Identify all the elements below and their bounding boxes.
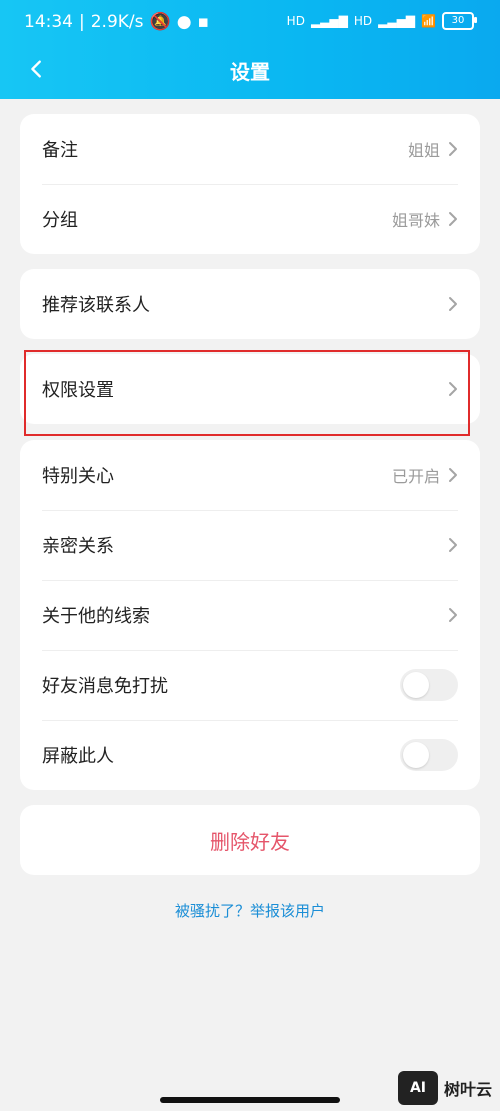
block-user-toggle[interactable] <box>400 739 458 771</box>
row-right <box>448 607 458 623</box>
status-net-speed: 2.9K/s <box>90 12 144 32</box>
app-icon: ● <box>176 12 192 32</box>
chevron-right-icon <box>449 608 457 622</box>
row-right <box>448 296 458 312</box>
status-left: 14:34 | 2.9K/s 🔕 ● ▪ <box>24 12 209 32</box>
battery-icon: 30 <box>442 12 477 30</box>
chevron-right-icon <box>449 538 457 552</box>
status-bar: 14:34 | 2.9K/s 🔕 ● ▪ HD ▂▃▅▇ HD ▂▃▅▇ 📶 3… <box>0 0 500 44</box>
row-label: 分组 <box>42 210 78 231</box>
settings-card-relationship: 特别关心 已开启 亲密关系 关于他的线索 好友消息免打扰 屏蔽此人 <box>20 440 480 790</box>
row-right: 姐哥妹 <box>392 207 458 231</box>
page-title: 设置 <box>230 60 270 84</box>
row-permission-settings[interactable]: 权限设置 <box>20 354 480 424</box>
status-right: HD ▂▃▅▇ HD ▂▃▅▇ 📶 30 <box>286 12 477 30</box>
row-right: 已开启 <box>392 463 458 487</box>
row-group[interactable]: 分组 姐哥妹 <box>20 184 480 254</box>
row-intimate-relationship[interactable]: 亲密关系 <box>20 510 480 580</box>
chevron-right-icon <box>449 382 457 396</box>
battery-level: 30 <box>451 15 465 26</box>
hd-badge-2: HD <box>353 14 373 28</box>
navigation-bar: 设置 <box>0 44 500 99</box>
row-value: 姐姐 <box>407 141 440 160</box>
row-label: 屏蔽此人 <box>42 746 114 767</box>
status-separator: | <box>79 12 85 32</box>
settings-card-basic: 备注 姐姐 分组 姐哥妹 <box>20 114 480 254</box>
toggle-knob <box>403 672 429 698</box>
row-label: 亲密关系 <box>42 536 114 557</box>
report-user-link[interactable]: 被骚扰了？举报该用户 <box>0 900 500 921</box>
row-clues[interactable]: 关于他的线索 <box>20 580 480 650</box>
row-label: 好友消息免打扰 <box>42 676 168 697</box>
notification-icon: ▪ <box>197 12 210 32</box>
hd-badge-1: HD <box>286 14 305 28</box>
settings-card-permissions: 权限设置 <box>20 354 480 424</box>
delete-friend-button[interactable]: 删除好友 <box>20 805 480 875</box>
row-label: 备注 <box>42 140 78 161</box>
watermark-text: 树叶云 <box>443 1080 492 1099</box>
top-header: 14:34 | 2.9K/s 🔕 ● ▪ HD ▂▃▅▇ HD ▂▃▅▇ 📶 3… <box>0 0 500 99</box>
row-label: 权限设置 <box>42 380 114 401</box>
chevron-right-icon <box>449 142 457 156</box>
row-label: 特别关心 <box>42 466 114 487</box>
row-value: 已开启 <box>391 467 440 486</box>
row-special-care[interactable]: 特别关心 已开启 <box>20 440 480 510</box>
signal-icon-2: ▂▃▅▇ <box>378 14 416 28</box>
row-right <box>448 537 458 553</box>
watermark-badge: AI <box>397 1071 438 1105</box>
row-do-not-disturb[interactable]: 好友消息免打扰 <box>20 650 480 720</box>
do-not-disturb-toggle[interactable] <box>400 669 458 701</box>
chevron-right-icon <box>449 212 457 226</box>
row-recommend-contact[interactable]: 推荐该联系人 <box>20 269 480 339</box>
row-right: 姐姐 <box>408 137 458 161</box>
chevron-right-icon <box>449 297 457 311</box>
row-label: 关于他的线索 <box>42 606 150 627</box>
home-indicator <box>160 1097 340 1103</box>
row-value: 姐哥妹 <box>391 211 440 230</box>
row-remark[interactable]: 备注 姐姐 <box>20 114 480 184</box>
watermark: AI 树叶云 <box>397 1071 492 1105</box>
chevron-right-icon <box>449 468 457 482</box>
row-right <box>448 381 458 397</box>
row-block-user[interactable]: 屏蔽此人 <box>20 720 480 790</box>
toggle-knob <box>403 742 429 768</box>
mute-icon: 🔕 <box>149 12 171 32</box>
settings-card-recommend: 推荐该联系人 <box>20 269 480 339</box>
signal-icon: ▂▃▅▇ <box>310 14 348 28</box>
status-time: 14:34 <box>24 12 73 32</box>
wifi-icon: 📶 <box>421 14 436 28</box>
row-label: 推荐该联系人 <box>42 295 150 316</box>
